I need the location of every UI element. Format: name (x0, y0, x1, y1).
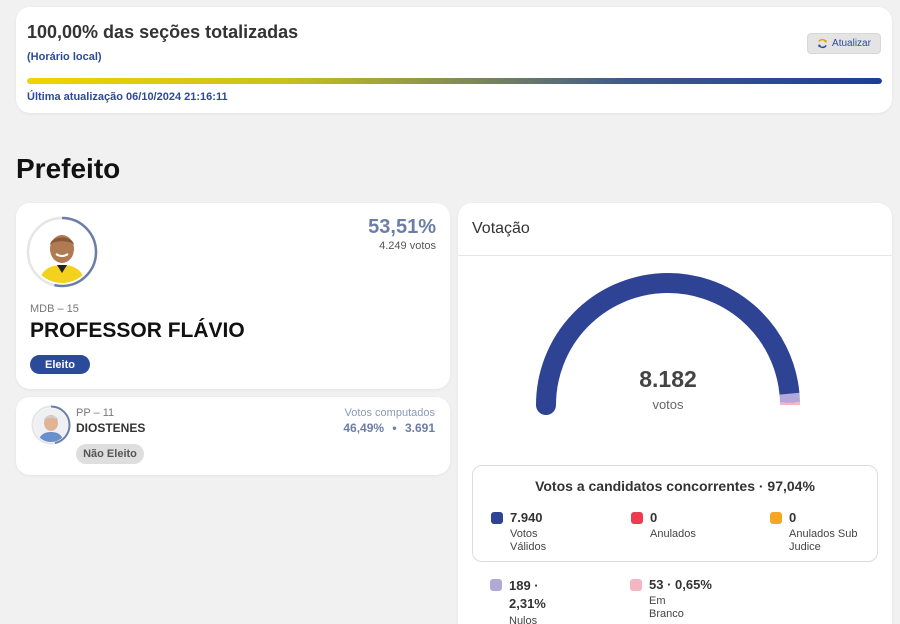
sub-judice-label: Anulados Sub Judice (789, 528, 858, 553)
runner-up-vote-count: 3.691 (404, 421, 435, 435)
total-votes-label: votos (652, 397, 684, 412)
voting-title: Votação (472, 220, 530, 237)
annulled-value: 0 (650, 510, 658, 525)
stat-separator: • (392, 421, 397, 435)
null-votes-swatch (490, 579, 502, 591)
blank-votes-value: 53 · 0,65% (649, 577, 712, 592)
last-update-text: Última atualização 06/10/2024 21:16:11 (27, 91, 228, 103)
candidate-card-runner-up[interactable]: PP – 11 DIOSTENES Votos computados 46,49… (16, 397, 450, 475)
runner-up-party-number: PP – 11 (76, 407, 115, 419)
refresh-label: Atualizar (832, 38, 871, 49)
sub-judice-swatch (770, 512, 782, 524)
totalization-progress-bar (27, 78, 882, 84)
status-title: 100,00% das seções totalizadas (27, 22, 299, 42)
refresh-button[interactable]: Atualizar (807, 33, 881, 54)
valid-votes-value: 7.940 (510, 510, 543, 525)
sub-judice-value: 0 (789, 510, 797, 525)
total-votes-value: 8.182 (639, 366, 697, 392)
valid-votes-title: Votos a candidatos concorrentes · 97,04% (535, 478, 815, 494)
progress-fill (27, 78, 882, 84)
elected-badge: Eleito (30, 355, 90, 374)
winner-vote-percentage: 53,51% (368, 216, 436, 238)
winner-avatar (26, 216, 98, 288)
computed-votes-label: Votos computados (344, 407, 435, 419)
status-card: 100,00% das seções totalizadas (Horário … (16, 7, 892, 113)
voting-summary-card: Votação 8.182 votos Votos a candidatos c… (458, 203, 892, 624)
winner-name: PROFESSOR FLÁVIO (30, 319, 245, 342)
not-elected-badge: Não Eleito (76, 444, 144, 464)
valid-votes-swatch (491, 512, 503, 524)
annulled-swatch (631, 512, 643, 524)
annulled-label: Anulados (650, 528, 696, 540)
winner-party-number: MDB – 15 (30, 303, 79, 315)
valid-votes-label: Votos Válidos (510, 528, 547, 553)
winner-vote-count: 4.249 votos (379, 240, 436, 252)
runner-up-vote-stats: 46,49% • 3.691 (343, 421, 435, 435)
candidate-card-winner[interactable]: 53,51% 4.249 votos MDB – 15 PROFESSOR FL… (16, 203, 450, 389)
runner-up-name: DIOSTENES (76, 421, 146, 435)
runner-up-avatar (31, 405, 71, 445)
blank-votes-swatch (630, 579, 642, 591)
null-votes-label: Nulos (509, 615, 538, 624)
section-title: Prefeito (16, 153, 121, 184)
divider (458, 255, 892, 256)
winner-photo (31, 221, 93, 283)
blank-votes-label: Em Branco (649, 595, 684, 620)
runner-up-photo (34, 408, 68, 442)
null-votes-value: 189 · 2,31% (509, 578, 546, 611)
refresh-icon (818, 38, 827, 49)
valid-votes-box: Votos a candidatos concorrentes · 97,04%… (472, 465, 878, 562)
local-time-note: (Horário local) (27, 51, 102, 63)
runner-up-vote-percentage: 46,49% (343, 421, 385, 435)
